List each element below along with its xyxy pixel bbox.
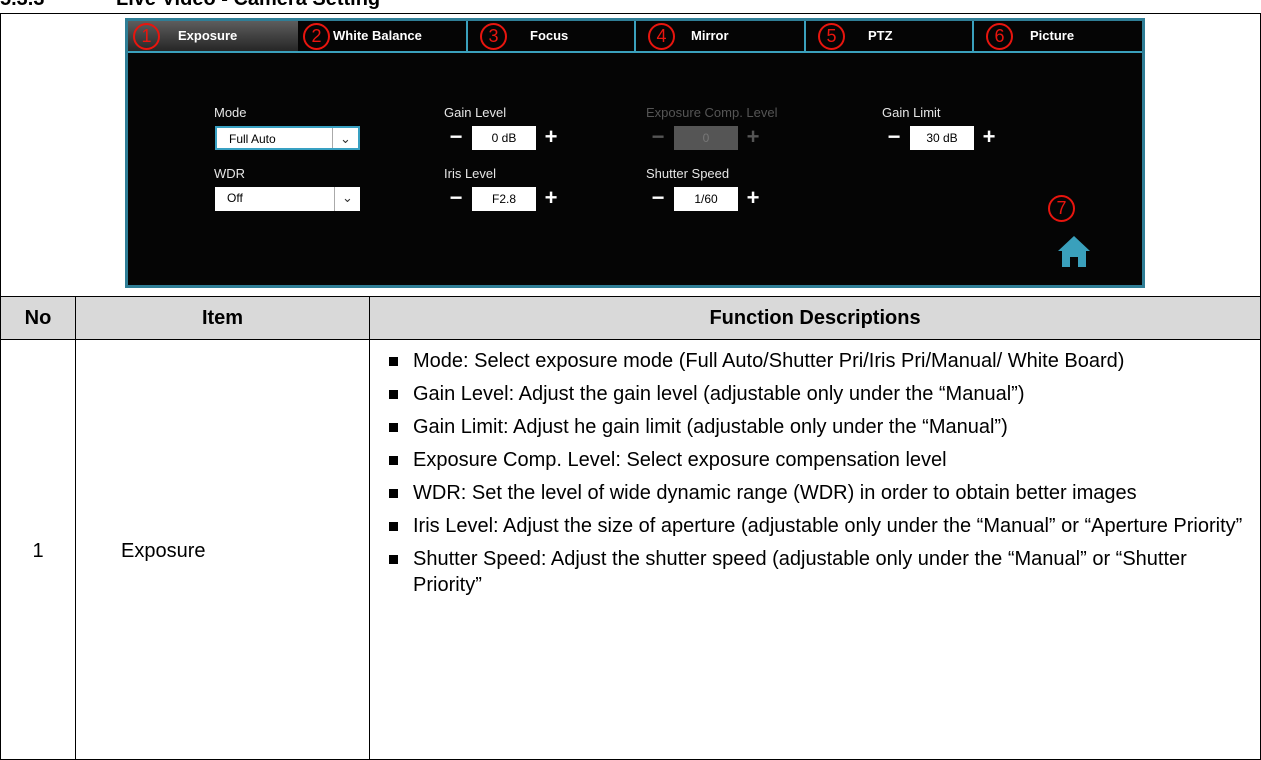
home-icon[interactable] bbox=[1056, 233, 1092, 269]
list-item: Iris Level: Adjust the size of aperture … bbox=[375, 513, 1255, 539]
chevron-down-icon: ⌄ bbox=[334, 187, 360, 211]
list-item: WDR: Set the level of wide dynamic range… bbox=[375, 480, 1255, 506]
bullet-square-icon bbox=[389, 489, 398, 498]
exposure-comp-label: Exposure Comp. Level bbox=[646, 105, 778, 120]
table-header-row: No Item Function Descriptions bbox=[1, 297, 1260, 340]
callout-badge-2: 2 bbox=[303, 23, 330, 50]
bullet-square-icon bbox=[389, 522, 398, 531]
list-item: Gain Limit: Adjust he gain limit (adjust… bbox=[375, 414, 1255, 440]
wdr-value: Off bbox=[227, 191, 243, 205]
callout-badge-5: 5 bbox=[818, 23, 845, 50]
shutter-speed-value[interactable]: 1/60 bbox=[674, 187, 738, 211]
wdr-select[interactable]: Off ⌄ bbox=[215, 187, 360, 211]
mode-label: Mode bbox=[214, 105, 247, 120]
plus-icon[interactable]: + bbox=[742, 187, 764, 211]
mode-value: Full Auto bbox=[229, 132, 276, 146]
minus-icon[interactable]: − bbox=[445, 187, 467, 211]
section-heading: 5.3.3Live Video - Camera Setting bbox=[0, 0, 380, 12]
screenshot-cell: 1 Exposure 2 White Balance 3 Focus 4 Mir… bbox=[1, 14, 1260, 297]
tab-mirror[interactable]: 4 Mirror bbox=[636, 21, 806, 51]
shutter-speed-label: Shutter Speed bbox=[646, 166, 730, 181]
plus-icon: + bbox=[746, 124, 760, 149]
row-item: Exposure bbox=[121, 540, 206, 562]
bullet-text: Shutter Speed: Adjust the shutter speed … bbox=[413, 548, 1187, 596]
tab-ptz[interactable]: 5 PTZ bbox=[806, 21, 974, 51]
tab-ptz-label: PTZ bbox=[868, 28, 893, 43]
tab-picture[interactable]: 6 Picture bbox=[974, 21, 1142, 51]
tab-focus[interactable]: 3 Focus bbox=[468, 21, 636, 51]
row-no: 1 bbox=[32, 540, 44, 562]
tab-white-balance[interactable]: 2 White Balance bbox=[298, 21, 468, 51]
wdr-label: WDR bbox=[214, 166, 246, 181]
plus-icon[interactable]: + bbox=[978, 126, 1000, 150]
bullet-text: WDR: Set the level of wide dynamic range… bbox=[413, 482, 1137, 504]
bullet-square-icon bbox=[389, 423, 398, 432]
list-item: Shutter Speed: Adjust the shutter speed … bbox=[375, 546, 1255, 598]
gain-limit-value[interactable]: 30 dB bbox=[910, 126, 974, 150]
header-no: No bbox=[24, 307, 52, 329]
camera-setting-panel: 1 Exposure 2 White Balance 3 Focus 4 Mir… bbox=[125, 18, 1145, 288]
header-function-descriptions: Function Descriptions bbox=[709, 307, 921, 329]
tab-exposure[interactable]: 1 Exposure bbox=[128, 21, 298, 51]
callout-badge-3: 3 bbox=[480, 23, 507, 50]
section-title: Live Video - Camera Setting bbox=[116, 0, 380, 10]
function-description-list: Mode: Select exposure mode (Full Auto/Sh… bbox=[375, 348, 1255, 605]
tab-white-balance-label: White Balance bbox=[333, 28, 422, 43]
tab-picture-label: Picture bbox=[1030, 28, 1075, 43]
bullet-text: Gain Limit: Adjust he gain limit (adjust… bbox=[413, 416, 1008, 438]
minus-icon[interactable]: − bbox=[647, 187, 669, 211]
bullet-text: Iris Level: Adjust the size of aperture … bbox=[413, 515, 1243, 537]
bullet-text: Mode: Select exposure mode (Full Auto/Sh… bbox=[413, 350, 1125, 372]
callout-badge-6: 6 bbox=[986, 23, 1013, 50]
callout-badge-4: 4 bbox=[648, 23, 675, 50]
gain-level-value[interactable]: 0 dB bbox=[472, 126, 536, 150]
list-item: Mode: Select exposure mode (Full Auto/Sh… bbox=[375, 348, 1255, 374]
function-table: 1 Exposure 2 White Balance 3 Focus 4 Mir… bbox=[0, 13, 1261, 760]
bullet-text: Gain Level: Adjust the gain level (adjus… bbox=[413, 383, 1025, 405]
tab-exposure-label: Exposure bbox=[178, 28, 238, 43]
minus-icon[interactable]: − bbox=[883, 126, 905, 150]
bullet-square-icon bbox=[389, 456, 398, 465]
minus-icon: − bbox=[651, 124, 665, 149]
callout-badge-7: 7 bbox=[1048, 195, 1075, 222]
table-row: 1 Exposure Mode: Select exposure mode (F… bbox=[1, 340, 1260, 759]
bullet-square-icon bbox=[389, 357, 398, 366]
bullet-text: Exposure Comp. Level: Select exposure co… bbox=[413, 449, 947, 471]
header-item: Item bbox=[201, 307, 244, 329]
mode-select[interactable]: Full Auto ⌄ bbox=[215, 126, 360, 150]
tab-bar: 1 Exposure 2 White Balance 3 Focus 4 Mir… bbox=[128, 21, 1142, 53]
list-item: Exposure Comp. Level: Select exposure co… bbox=[375, 447, 1255, 473]
callout-badge-1: 1 bbox=[133, 23, 160, 50]
iris-level-value[interactable]: F2.8 bbox=[472, 187, 536, 211]
chevron-down-icon: ⌄ bbox=[332, 128, 358, 148]
iris-level-label: Iris Level bbox=[444, 166, 497, 181]
gain-level-label: Gain Level bbox=[444, 105, 507, 120]
minus-icon[interactable]: − bbox=[445, 126, 467, 150]
section-number: 5.3.3 bbox=[0, 0, 116, 11]
bullet-square-icon bbox=[389, 390, 398, 399]
plus-icon[interactable]: + bbox=[540, 126, 562, 150]
plus-icon[interactable]: + bbox=[540, 187, 562, 211]
bullet-square-icon bbox=[389, 555, 398, 564]
gain-limit-label: Gain Limit bbox=[882, 105, 941, 120]
tab-mirror-label: Mirror bbox=[691, 28, 729, 43]
exposure-comp-value: 0 bbox=[674, 126, 738, 150]
tab-focus-label: Focus bbox=[530, 28, 569, 43]
list-item: Gain Level: Adjust the gain level (adjus… bbox=[375, 381, 1255, 407]
